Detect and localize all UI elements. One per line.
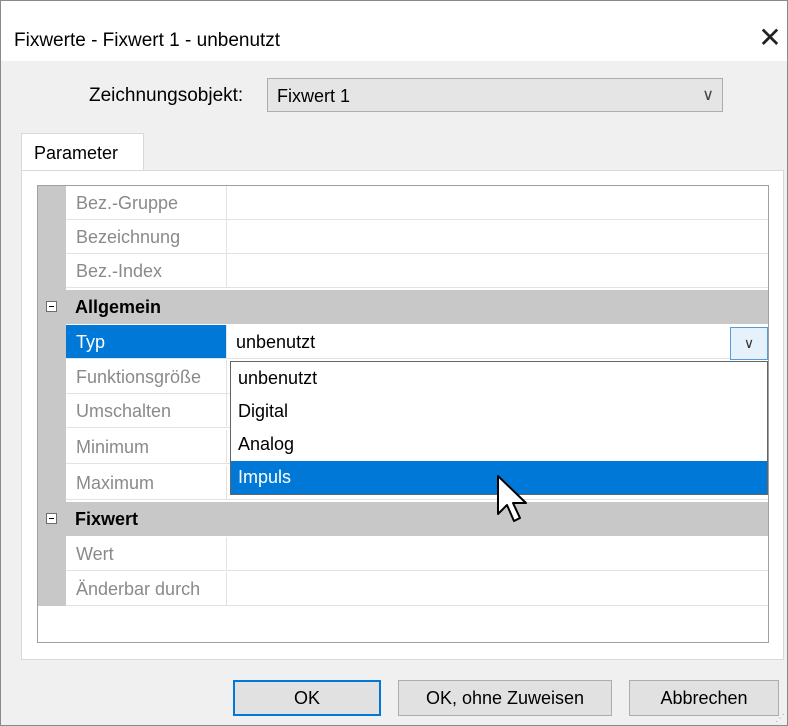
collapse-icon[interactable] — [46, 301, 57, 312]
property-value-cell[interactable] — [227, 572, 768, 606]
dropdown-option-digital[interactable]: Digital — [231, 395, 767, 428]
tab-parameter-label: Parameter — [34, 143, 119, 163]
category-label: Allgemein — [75, 297, 162, 317]
property-name-cell: Umschalten — [66, 394, 227, 428]
option-label: Impuls — [238, 467, 292, 487]
category-fixwert[interactable]: Fixwert — [38, 502, 768, 536]
typ-value-combobox[interactable]: unbenutzt — [227, 325, 768, 359]
resize-grip-icon[interactable]: ⋰ — [775, 713, 785, 724]
property-name: Minimum — [76, 437, 150, 457]
option-label: Analog — [238, 434, 295, 454]
property-name: Wert — [76, 544, 114, 564]
category-label: Fixwert — [75, 509, 139, 529]
ok-without-assign-label: OK, ohne Zuweisen — [425, 688, 585, 708]
property-name: Bez.-Gruppe — [76, 193, 179, 213]
dropdown-option-analog[interactable]: Analog — [231, 428, 767, 461]
property-name-cell: Bez.-Gruppe — [66, 186, 227, 220]
property-name: Typ — [76, 332, 106, 352]
property-name: Änderbar durch — [76, 579, 201, 599]
property-name: Bez.-Index — [76, 261, 163, 281]
property-row[interactable]: Änderbar durch — [38, 572, 768, 606]
zeichnungsobjekt-select[interactable]: Fixwert 1 ∨ — [267, 78, 723, 112]
mouse-cursor-icon — [497, 475, 527, 522]
property-name-cell: Bezeichnung — [66, 220, 227, 254]
category-allgemein[interactable]: Allgemein — [38, 290, 768, 324]
property-name: Umschalten — [76, 401, 172, 421]
property-name-cell: Minimum — [66, 430, 227, 464]
property-name-cell: Maximum — [66, 466, 227, 500]
property-name-cell: Funktionsgröße — [66, 360, 227, 394]
property-row[interactable]: Bez.-Index — [38, 254, 768, 288]
ok-button[interactable]: OK — [233, 680, 381, 716]
property-name: Bezeichnung — [76, 227, 181, 247]
property-row[interactable]: Bezeichnung — [38, 220, 768, 254]
ok-without-assign-button[interactable]: OK, ohne Zuweisen — [398, 680, 612, 716]
property-row-typ[interactable]: Typ unbenutzt — [38, 325, 768, 359]
ok-button-label: OK — [293, 688, 320, 708]
dropdown-option-unbenutzt[interactable]: unbenutzt — [231, 362, 767, 395]
property-value-cell[interactable] — [227, 186, 768, 220]
property-name: Maximum — [76, 473, 155, 493]
property-value-cell[interactable] — [227, 537, 768, 571]
chevron-down-icon: ∨ — [702, 87, 714, 104]
property-name-cell: Wert — [66, 537, 227, 571]
typ-value: unbenutzt — [236, 332, 316, 352]
chevron-down-icon: ∨ — [743, 335, 755, 351]
typ-dropdown-button[interactable]: ∨ — [730, 327, 768, 360]
zeichnungsobjekt-label: Zeichnungsobjekt: — [89, 85, 244, 106]
property-name-cell: Typ — [66, 325, 227, 359]
property-value-cell[interactable] — [227, 254, 768, 288]
option-label: Digital — [238, 401, 289, 421]
property-row[interactable]: Bez.-Gruppe — [38, 186, 768, 220]
property-row[interactable]: Wert — [38, 537, 768, 571]
close-icon[interactable]: ✕ — [753, 21, 787, 55]
property-name-cell: Bez.-Index — [66, 254, 227, 288]
collapse-icon[interactable] — [46, 513, 57, 524]
option-label: unbenutzt — [238, 368, 318, 388]
property-name: Funktionsgröße — [76, 367, 202, 387]
property-name-cell: Änderbar durch — [66, 572, 227, 606]
tab-parameter[interactable]: Parameter — [21, 133, 144, 171]
window-title: Fixwerte - Fixwert 1 - unbenutzt — [14, 30, 281, 51]
cancel-button-label: Abbrechen — [660, 688, 748, 708]
cancel-button[interactable]: Abbrechen — [629, 680, 779, 716]
zeichnungsobjekt-value: Fixwert 1 — [277, 86, 351, 106]
property-value-cell[interactable] — [227, 220, 768, 254]
fixwerte-dialog: Fixwerte - Fixwert 1 - unbenutzt ✕ Zeich… — [0, 0, 788, 726]
